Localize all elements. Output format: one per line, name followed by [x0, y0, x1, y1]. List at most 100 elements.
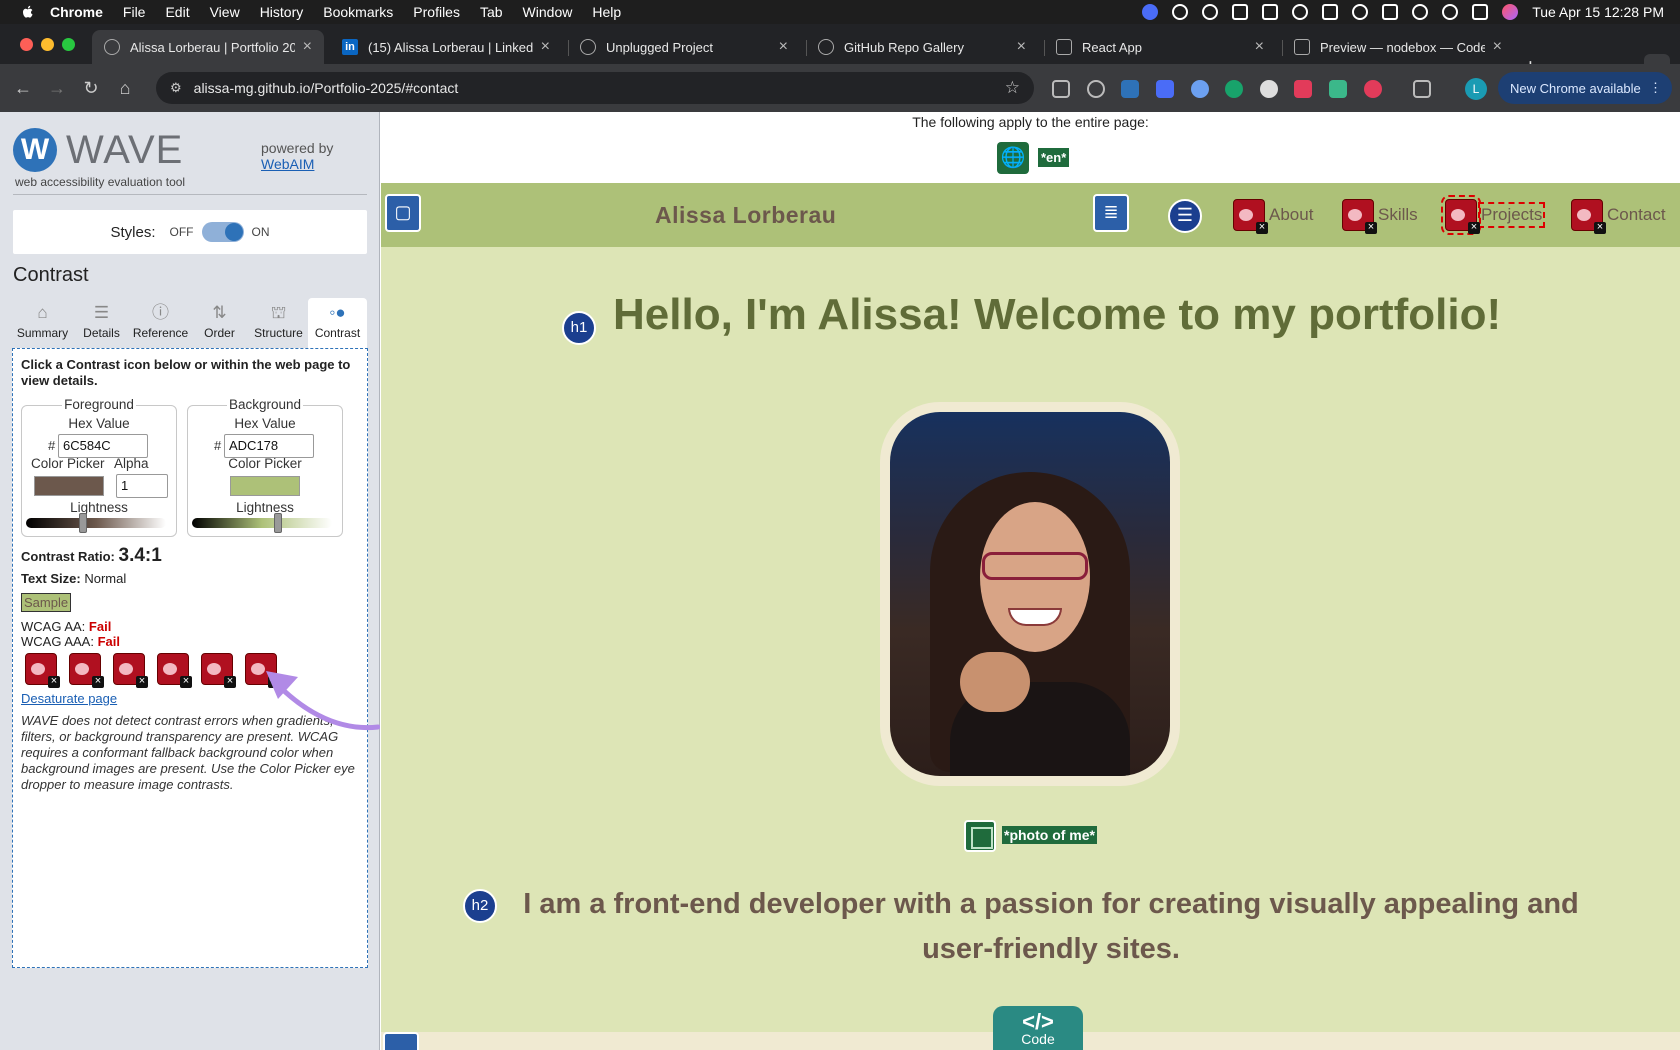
- contrast-error-icon[interactable]: [201, 653, 236, 688]
- tab-reference[interactable]: ⓘ Reference: [131, 298, 190, 348]
- screenshot-extension-icon[interactable]: [1052, 80, 1070, 98]
- update-chrome-button[interactable]: New Chrome available ⋮: [1498, 72, 1672, 104]
- apple-icon[interactable]: [20, 4, 36, 20]
- site-info-icon[interactable]: ⚙: [170, 80, 182, 96]
- control-center-icon[interactable]: [1472, 4, 1489, 20]
- list-icon[interactable]: ☰: [1168, 199, 1202, 233]
- nav-label[interactable]: Skills: [1378, 205, 1418, 225]
- bookmark-star-icon[interactable]: ☆: [1005, 78, 1020, 98]
- menu-bookmarks[interactable]: Bookmarks: [323, 4, 393, 20]
- tab-github-gallery[interactable]: GitHub Repo Gallery ×: [806, 30, 1038, 64]
- clock[interactable]: Tue Apr 15 12:28 PM: [1532, 4, 1664, 20]
- contrast-error-icon[interactable]: [113, 653, 148, 688]
- zoom-window-button[interactable]: [62, 38, 75, 51]
- contrast-error-icon[interactable]: [1233, 199, 1268, 234]
- grammarly-icon[interactable]: [1172, 4, 1189, 20]
- wifi-icon[interactable]: [1412, 4, 1429, 20]
- battery-icon[interactable]: [1382, 4, 1399, 20]
- nav-about[interactable]: About: [1233, 199, 1313, 234]
- notion-icon[interactable]: [1262, 4, 1279, 20]
- tab-summary[interactable]: ⌂ Summary: [13, 298, 72, 348]
- menu-profiles[interactable]: Profiles: [413, 4, 460, 20]
- extension-icon[interactable]: [1329, 80, 1347, 98]
- menu-history[interactable]: History: [260, 4, 304, 20]
- extension-icon[interactable]: [1364, 80, 1382, 98]
- close-window-button[interactable]: [20, 38, 33, 51]
- styles-toggle[interactable]: [201, 222, 244, 242]
- extension-icon[interactable]: [1191, 80, 1209, 98]
- profile-avatar[interactable]: L: [1465, 78, 1487, 100]
- back-button[interactable]: ←: [6, 78, 40, 99]
- zoom-extension-icon[interactable]: [1156, 80, 1174, 98]
- menu-help[interactable]: Help: [592, 4, 621, 20]
- nav-projects[interactable]: Projects: [1441, 195, 1546, 235]
- wave-extension-icon[interactable]: [1121, 80, 1139, 98]
- nav-contact[interactable]: Contact: [1571, 199, 1666, 234]
- nav-skills[interactable]: Skills: [1342, 199, 1418, 234]
- heading-h1-icon[interactable]: h1: [562, 311, 596, 345]
- bluetooth-icon[interactable]: [1352, 4, 1369, 20]
- slider-thumb[interactable]: [273, 513, 282, 533]
- extension-icon[interactable]: [1087, 80, 1105, 98]
- landmark-icon[interactable]: ▢: [385, 194, 421, 232]
- home-button[interactable]: ⌂: [108, 78, 142, 99]
- url-text[interactable]: alissa-mg.github.io/Portfolio-2025/#cont…: [194, 80, 459, 96]
- grammarly-extension-icon[interactable]: [1225, 80, 1243, 98]
- menu-tab[interactable]: Tab: [480, 4, 503, 20]
- alpha-input[interactable]: 1: [116, 474, 168, 498]
- office-icon[interactable]: [1232, 4, 1249, 20]
- menu-edit[interactable]: Edit: [165, 4, 189, 20]
- landmark-icon[interactable]: ≣: [1093, 194, 1129, 232]
- forward-button[interactable]: →: [40, 78, 74, 99]
- close-tab-icon[interactable]: ×: [303, 38, 312, 56]
- minimize-window-button[interactable]: [41, 38, 54, 51]
- tab-codesandbox[interactable]: Preview — nodebox — CodeSandbox ×: [1282, 30, 1514, 64]
- puzzle-icon[interactable]: [1413, 80, 1431, 98]
- desaturate-page-link[interactable]: Desaturate page: [21, 691, 117, 706]
- slider-thumb[interactable]: [78, 513, 87, 533]
- close-tab-icon[interactable]: ×: [1493, 38, 1502, 56]
- foreground-hex-input[interactable]: 6C584C: [58, 434, 148, 458]
- tab-linkedin[interactable]: in (15) Alissa Lorberau | LinkedIn ×: [330, 30, 562, 64]
- search-icon[interactable]: [1442, 4, 1459, 20]
- foreground-color-picker[interactable]: [34, 476, 104, 496]
- nav-label[interactable]: Contact: [1607, 205, 1666, 225]
- reload-button[interactable]: ↻: [74, 78, 108, 99]
- tab-unplugged[interactable]: Unplugged Project ×: [568, 30, 800, 64]
- contrast-error-icon[interactable]: [1571, 199, 1606, 234]
- image-alt-icon[interactable]: [964, 820, 996, 852]
- battery-menu-icon[interactable]: [1322, 4, 1339, 20]
- menu-file[interactable]: File: [123, 4, 146, 20]
- menu-window[interactable]: Window: [523, 4, 573, 20]
- close-tab-icon[interactable]: ×: [1255, 38, 1264, 56]
- tab-order[interactable]: ⇅ Order: [190, 298, 249, 348]
- close-tab-icon[interactable]: ×: [1017, 38, 1026, 56]
- tab-details[interactable]: ☰ Details: [72, 298, 131, 348]
- nav-label[interactable]: About: [1269, 205, 1313, 225]
- background-color-picker[interactable]: [230, 476, 300, 496]
- nav-label[interactable]: Projects: [1477, 202, 1546, 228]
- close-tab-icon[interactable]: ×: [779, 38, 788, 56]
- extension-icon[interactable]: [1260, 80, 1278, 98]
- language-globe-icon[interactable]: 🌐: [997, 142, 1029, 174]
- address-bar[interactable]: ⚙ alissa-mg.github.io/Portfolio-2025/#co…: [156, 72, 1034, 104]
- play-icon[interactable]: [1292, 4, 1309, 20]
- tab-structure[interactable]: ⛫ Structure: [249, 298, 308, 348]
- menu-app-name[interactable]: Chrome: [50, 4, 103, 20]
- site-brand[interactable]: Alissa Lorberau: [655, 202, 836, 229]
- contrast-error-icon[interactable]: [157, 653, 192, 688]
- extension-icon[interactable]: [1294, 80, 1312, 98]
- more-menu-icon[interactable]: ⋮: [1649, 80, 1662, 96]
- contrast-error-icon[interactable]: [25, 653, 60, 688]
- tab-portfolio[interactable]: Alissa Lorberau | Portfolio 2025 ×: [92, 30, 324, 64]
- tab-react-app[interactable]: React App ×: [1044, 30, 1276, 64]
- code-badge[interactable]: </> Code: [993, 1006, 1083, 1050]
- contrast-error-icon[interactable]: [69, 653, 104, 688]
- background-lightness-slider[interactable]: [192, 513, 332, 533]
- webaim-link[interactable]: WebAIM: [261, 156, 333, 172]
- tab-contrast[interactable]: ◦● Contrast: [308, 298, 367, 348]
- menu-view[interactable]: View: [210, 4, 240, 20]
- contrast-error-icon[interactable]: [1342, 199, 1377, 234]
- zoom-icon[interactable]: [1142, 4, 1159, 20]
- close-tab-icon[interactable]: ×: [541, 38, 550, 56]
